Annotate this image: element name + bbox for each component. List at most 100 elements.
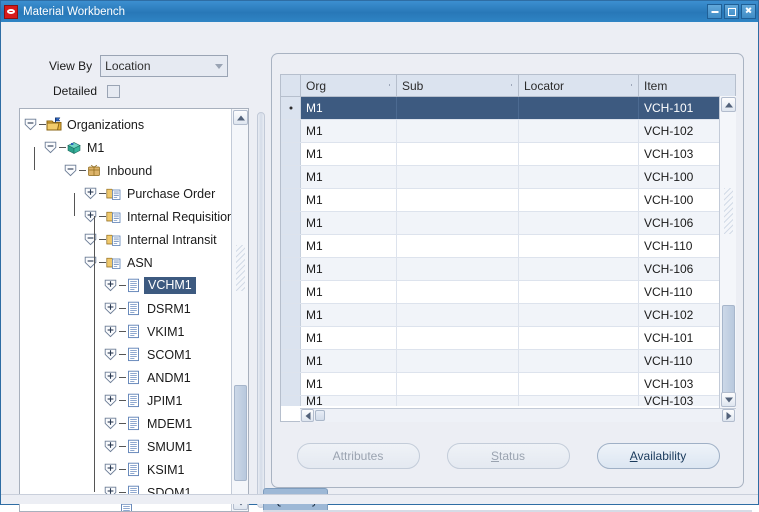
cell-locator[interactable] <box>519 97 639 119</box>
tree-node-partial[interactable] <box>20 504 231 511</box>
cell-sub[interactable] <box>397 97 519 119</box>
tree-node-smum1[interactable]: SMUM1 <box>20 435 231 458</box>
cell-org[interactable]: M1 <box>301 373 397 395</box>
grid-scroll-thumb[interactable] <box>722 305 735 397</box>
row-selector[interactable] <box>281 304 301 326</box>
collapse-toggle-icon[interactable] <box>64 164 77 177</box>
row-selector[interactable] <box>281 281 301 303</box>
cell-org[interactable]: M1 <box>301 189 397 211</box>
availability-button[interactable]: Availability <box>596 443 720 469</box>
table-row[interactable]: M1 VCH-110 <box>281 350 735 373</box>
cell-locator[interactable] <box>519 373 639 395</box>
sort-indicator-icon[interactable]: ⋅ <box>388 80 391 91</box>
tree-node-jpim1[interactable]: JPIM1 <box>20 389 231 412</box>
expand-toggle-icon[interactable] <box>104 302 117 315</box>
cell-org[interactable]: M1 <box>301 327 397 349</box>
tree-node-scom1[interactable]: SCOM1 <box>20 343 231 366</box>
grid-select-all-corner[interactable] <box>281 75 301 96</box>
close-button[interactable]: ✖ <box>741 4 756 19</box>
table-row[interactable]: M1 VCH-103 <box>281 373 735 396</box>
cell-sub[interactable] <box>397 258 519 280</box>
tree-node-dsrm1[interactable]: DSRM1 <box>20 297 231 320</box>
cell-org[interactable]: M1 <box>301 120 397 142</box>
table-row[interactable]: M1 VCH-110 <box>281 235 735 258</box>
sort-indicator-icon[interactable]: ⋅ <box>510 80 513 91</box>
cell-locator[interactable] <box>519 327 639 349</box>
cell-locator[interactable] <box>519 166 639 188</box>
cell-sub[interactable] <box>397 281 519 303</box>
expand-toggle-icon[interactable] <box>84 210 97 223</box>
sort-indicator-icon[interactable]: ⋅ <box>630 80 633 91</box>
cell-sub[interactable] <box>397 189 519 211</box>
expand-toggle-icon[interactable] <box>104 279 117 292</box>
table-row[interactable]: M1 VCH-106 <box>281 212 735 235</box>
grid-horizontal-scrollbar[interactable] <box>300 408 736 422</box>
cell-locator[interactable] <box>519 120 639 142</box>
table-row[interactable]: M1 VCH-101 <box>281 97 735 120</box>
table-row[interactable]: M1 VCH-103 <box>281 396 735 406</box>
detailed-checkbox[interactable] <box>107 84 121 98</box>
expand-toggle-icon[interactable] <box>104 394 117 407</box>
expand-toggle-icon[interactable] <box>104 371 117 384</box>
row-selector[interactable] <box>281 350 301 372</box>
row-selector[interactable] <box>281 120 301 142</box>
cell-org[interactable]: M1 <box>301 97 397 119</box>
tree-node-ksim1[interactable]: KSIM1 <box>20 458 231 481</box>
tree-node-inbound[interactable]: Inbound <box>20 159 231 182</box>
tree-node-organizations[interactable]: Organizations <box>20 113 231 136</box>
grid-scroll-down-icon[interactable] <box>721 392 736 407</box>
cell-org[interactable]: M1 <box>301 258 397 280</box>
cell-sub[interactable] <box>397 396 519 406</box>
grid-scroll-left-icon[interactable] <box>301 409 314 422</box>
table-row[interactable]: M1 VCH-102 <box>281 120 735 143</box>
tree-node-vkim1[interactable]: VKIM1 <box>20 320 231 343</box>
row-selector[interactable] <box>281 166 301 188</box>
expand-toggle-icon[interactable] <box>104 417 117 430</box>
tree-node-asn[interactable]: ASN <box>20 251 231 274</box>
cell-org[interactable]: M1 <box>301 281 397 303</box>
cell-sub[interactable] <box>397 304 519 326</box>
cell-sub[interactable] <box>397 120 519 142</box>
tree-scroll-thumb[interactable] <box>234 385 247 481</box>
scroll-up-icon[interactable] <box>233 110 248 125</box>
tree-node-internal-intransit[interactable]: Internal Intransit <box>20 228 231 251</box>
cell-org[interactable]: M1 <box>301 396 397 406</box>
table-row[interactable]: M1 VCH-100 <box>281 166 735 189</box>
row-selector[interactable] <box>281 373 301 395</box>
collapse-toggle-icon[interactable] <box>44 141 57 154</box>
cell-sub[interactable] <box>397 373 519 395</box>
view-by-select[interactable]: Location <box>100 55 229 77</box>
row-selector[interactable] <box>281 212 301 234</box>
cell-org[interactable]: M1 <box>301 350 397 372</box>
cell-org[interactable]: M1 <box>301 166 397 188</box>
table-row[interactable]: M1 VCH-106 <box>281 258 735 281</box>
cell-org[interactable]: M1 <box>301 143 397 165</box>
row-selector[interactable] <box>281 258 301 280</box>
collapse-toggle-icon[interactable] <box>24 118 37 131</box>
column-header-sub[interactable]: Sub ⋅ <box>397 75 519 96</box>
cell-sub[interactable] <box>397 212 519 234</box>
grid-scroll-right-icon[interactable] <box>722 409 735 422</box>
cell-locator[interactable] <box>519 396 639 406</box>
table-row[interactable]: M1 VCH-103 <box>281 143 735 166</box>
cell-sub[interactable] <box>397 143 519 165</box>
expand-toggle-icon[interactable] <box>104 348 117 361</box>
cell-org[interactable]: M1 <box>301 212 397 234</box>
tree-vertical-scrollbar[interactable] <box>231 109 248 511</box>
minimize-button[interactable] <box>707 4 722 19</box>
column-header-org[interactable]: Org ⋅ <box>301 75 397 96</box>
tree-node-vchm1[interactable]: VCHM1 <box>20 274 231 297</box>
column-header-item[interactable]: Item <box>639 75 735 96</box>
cell-locator[interactable] <box>519 143 639 165</box>
cell-locator[interactable] <box>519 189 639 211</box>
row-selector[interactable] <box>281 235 301 257</box>
row-selector[interactable] <box>281 396 301 406</box>
cell-locator[interactable] <box>519 235 639 257</box>
cell-locator[interactable] <box>519 258 639 280</box>
grid-hscroll-thumb[interactable] <box>315 410 325 421</box>
collapse-toggle-icon[interactable] <box>84 256 97 269</box>
row-selector[interactable] <box>281 143 301 165</box>
table-row[interactable]: M1 VCH-100 <box>281 189 735 212</box>
cell-sub[interactable] <box>397 350 519 372</box>
cell-org[interactable]: M1 <box>301 304 397 326</box>
